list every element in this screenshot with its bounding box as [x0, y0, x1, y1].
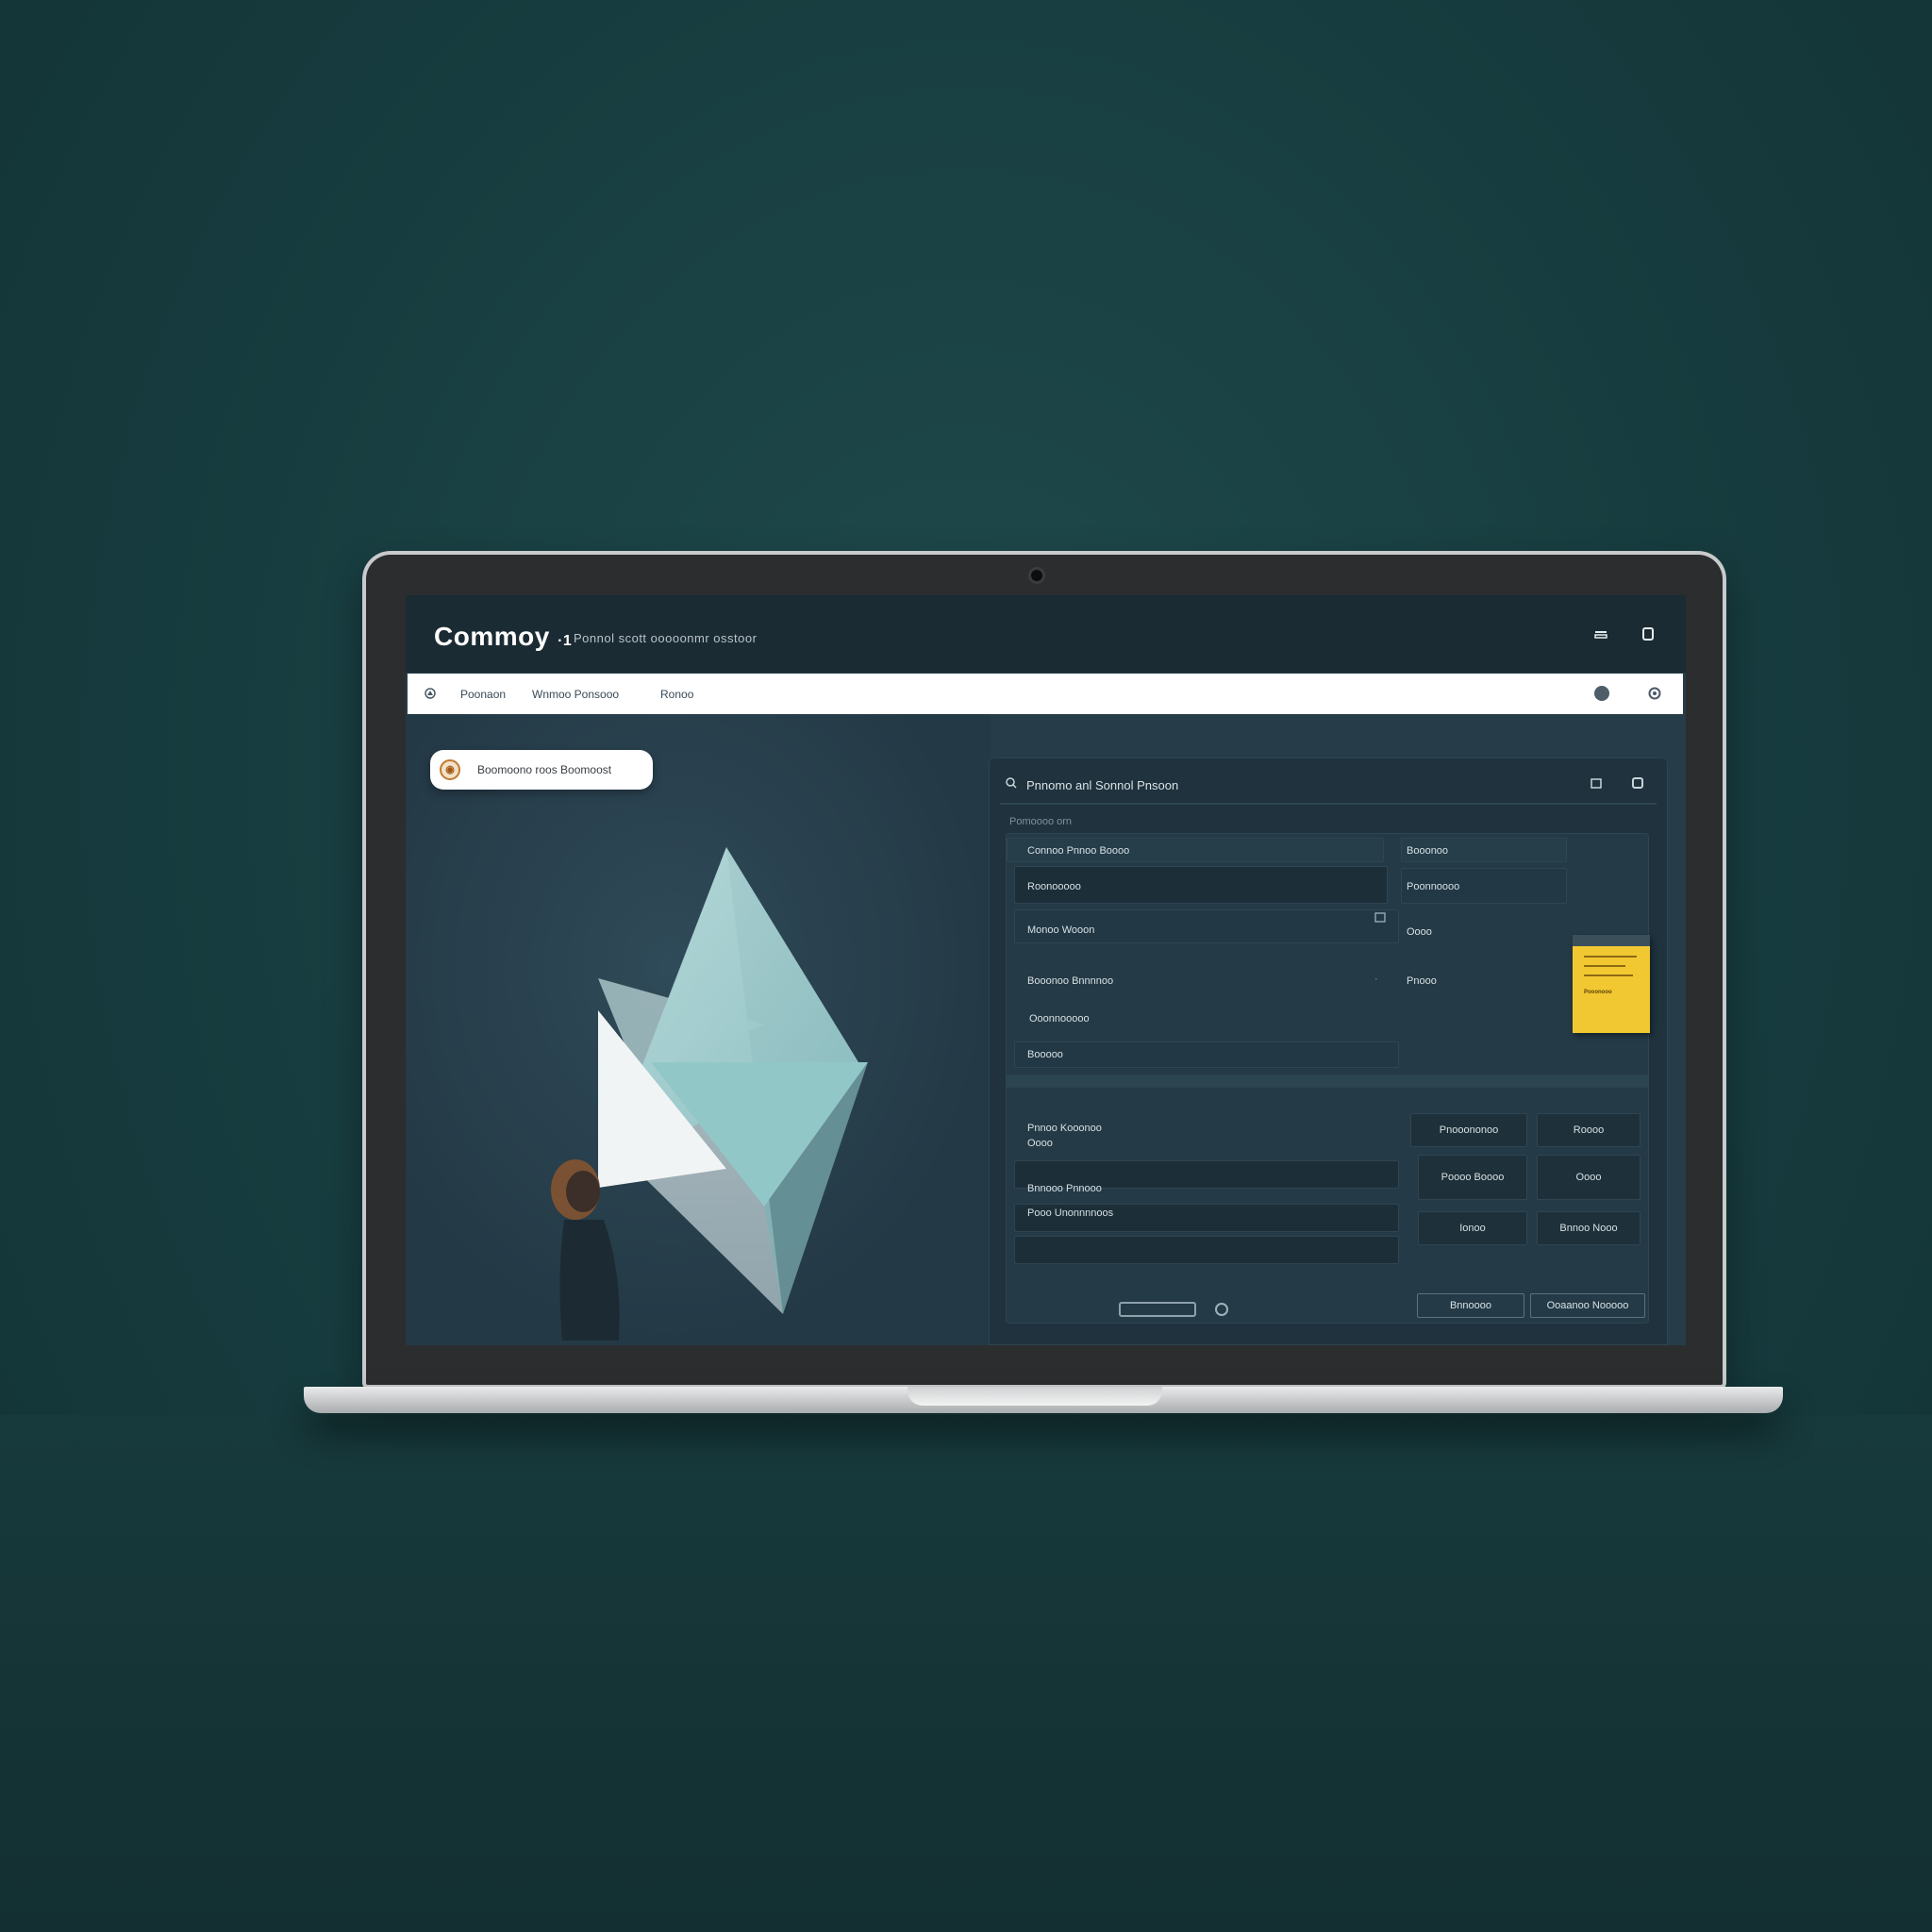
footer-button-2[interactable]: Ooaanoo Nooooo [1530, 1293, 1645, 1318]
nav-item-2[interactable]: Wnmoo Ponsooo [532, 688, 619, 701]
toggle-switch[interactable] [1119, 1302, 1196, 1317]
hero-pill-button[interactable]: ◉ Boomoono roos Boomoost [430, 750, 653, 790]
field-6-input[interactable] [1014, 1041, 1399, 1068]
panel-title: Pnnomo anl Sonnol Pnsoon [1026, 778, 1179, 792]
user-icon[interactable] [1594, 686, 1609, 701]
panel-header-divider [1000, 803, 1657, 805]
field-4-dot-icon: · [1374, 974, 1378, 985]
grid-tile-6[interactable]: Bnnoo Nooo [1537, 1211, 1641, 1245]
lower-label-2: Bnnooo Pnnooo [1027, 1183, 1102, 1194]
field-1-label: Connoo Pnnoo Boooo [1027, 845, 1130, 857]
footer-button-1[interactable]: Bnnoooo [1417, 1293, 1524, 1318]
search-icon[interactable] [1004, 776, 1019, 792]
badge-icon: ◉ [440, 759, 460, 780]
sticky-note-header [1573, 935, 1650, 946]
desk-surface [0, 1415, 1932, 1932]
form-frame: Connoo Pnnoo Boooo Roonooooo Monoo Wooon… [1006, 833, 1650, 1324]
sticky-note-text: Pooonooo [1584, 990, 1612, 995]
refresh-icon[interactable] [1213, 1301, 1230, 1318]
grid-tile-1[interactable]: Pnooononoo [1410, 1113, 1527, 1147]
right-label-1: Booonoo [1407, 845, 1449, 857]
brand-name: Commoy [434, 622, 550, 651]
settings-icon[interactable] [1647, 686, 1662, 701]
sticky-note-line [1584, 956, 1637, 958]
grid-tile-3[interactable]: Poooo Boooo [1418, 1155, 1527, 1200]
lower-label-3: Pooo Unonnnnoos [1027, 1208, 1114, 1219]
brand-suffix: ·1 [558, 633, 573, 649]
grid-tile-5[interactable]: Ionoo [1418, 1211, 1527, 1245]
field-3-dropdown-icon[interactable] [1373, 911, 1388, 927]
app-header: Commoy ·1 Ponnol scott ooooonmr osstoor [406, 595, 1686, 673]
right-label-2: Poonnoooo [1407, 881, 1460, 892]
field-6-label: Booooo [1027, 1049, 1063, 1060]
window-icon[interactable] [1640, 625, 1657, 642]
laptop-opening-notch [908, 1387, 1162, 1406]
form-panel: Pnnomo anl Sonnol Pnsoon Pomoooo orn Con… [989, 758, 1668, 1345]
nav-item-1[interactable]: Poonaon [460, 688, 506, 701]
lower-label-1: Pnnoo Kooonoo [1027, 1123, 1102, 1134]
nav-item-3[interactable]: Ronoo [660, 688, 693, 701]
panel-subheading: Pomoooo orn [1009, 816, 1073, 827]
sticky-note-line [1584, 974, 1633, 976]
grid-tile-2[interactable]: Roooo [1537, 1113, 1641, 1147]
lower-input-3[interactable] [1014, 1236, 1399, 1264]
lower-label-1-sub: Oooo [1027, 1138, 1053, 1149]
panel-close-icon[interactable] [1630, 776, 1645, 792]
right-label-3: Oooo [1407, 926, 1432, 938]
panel-minimize-icon[interactable] [1589, 776, 1604, 792]
brand-logo[interactable]: Commoy ·1 [434, 622, 572, 652]
app-subtitle: Ponnol scott ooooonmr osstoor [574, 631, 758, 645]
webcam-icon [1031, 570, 1042, 581]
nav-bar: Poonaon Wnmoo Ponsooo Ronoo [408, 674, 1683, 714]
sticky-note[interactable]: Pooonooo [1573, 935, 1650, 1033]
home-icon[interactable] [423, 686, 438, 701]
field-2-label: Roonooooo [1027, 881, 1081, 892]
right-label-4: Pnooo [1407, 975, 1437, 987]
sticky-note-line [1584, 965, 1625, 967]
grid-tile-4[interactable]: Oooo [1537, 1155, 1641, 1200]
minimize-icon[interactable] [1592, 625, 1609, 642]
laptop-screen: Commoy ·1 Ponnol scott ooooonmr osstoor … [406, 595, 1686, 1345]
field-5-label: Ooonnooooo [1029, 1013, 1090, 1024]
person-figure [551, 1159, 620, 1341]
hero-pill-label: Boomoono roos Boomoost [477, 763, 612, 776]
field-4-label: Booonoo Bnnnnoo [1027, 975, 1114, 987]
form-section-divider [1007, 1074, 1648, 1088]
field-3-label: Monoo Wooon [1027, 924, 1095, 936]
